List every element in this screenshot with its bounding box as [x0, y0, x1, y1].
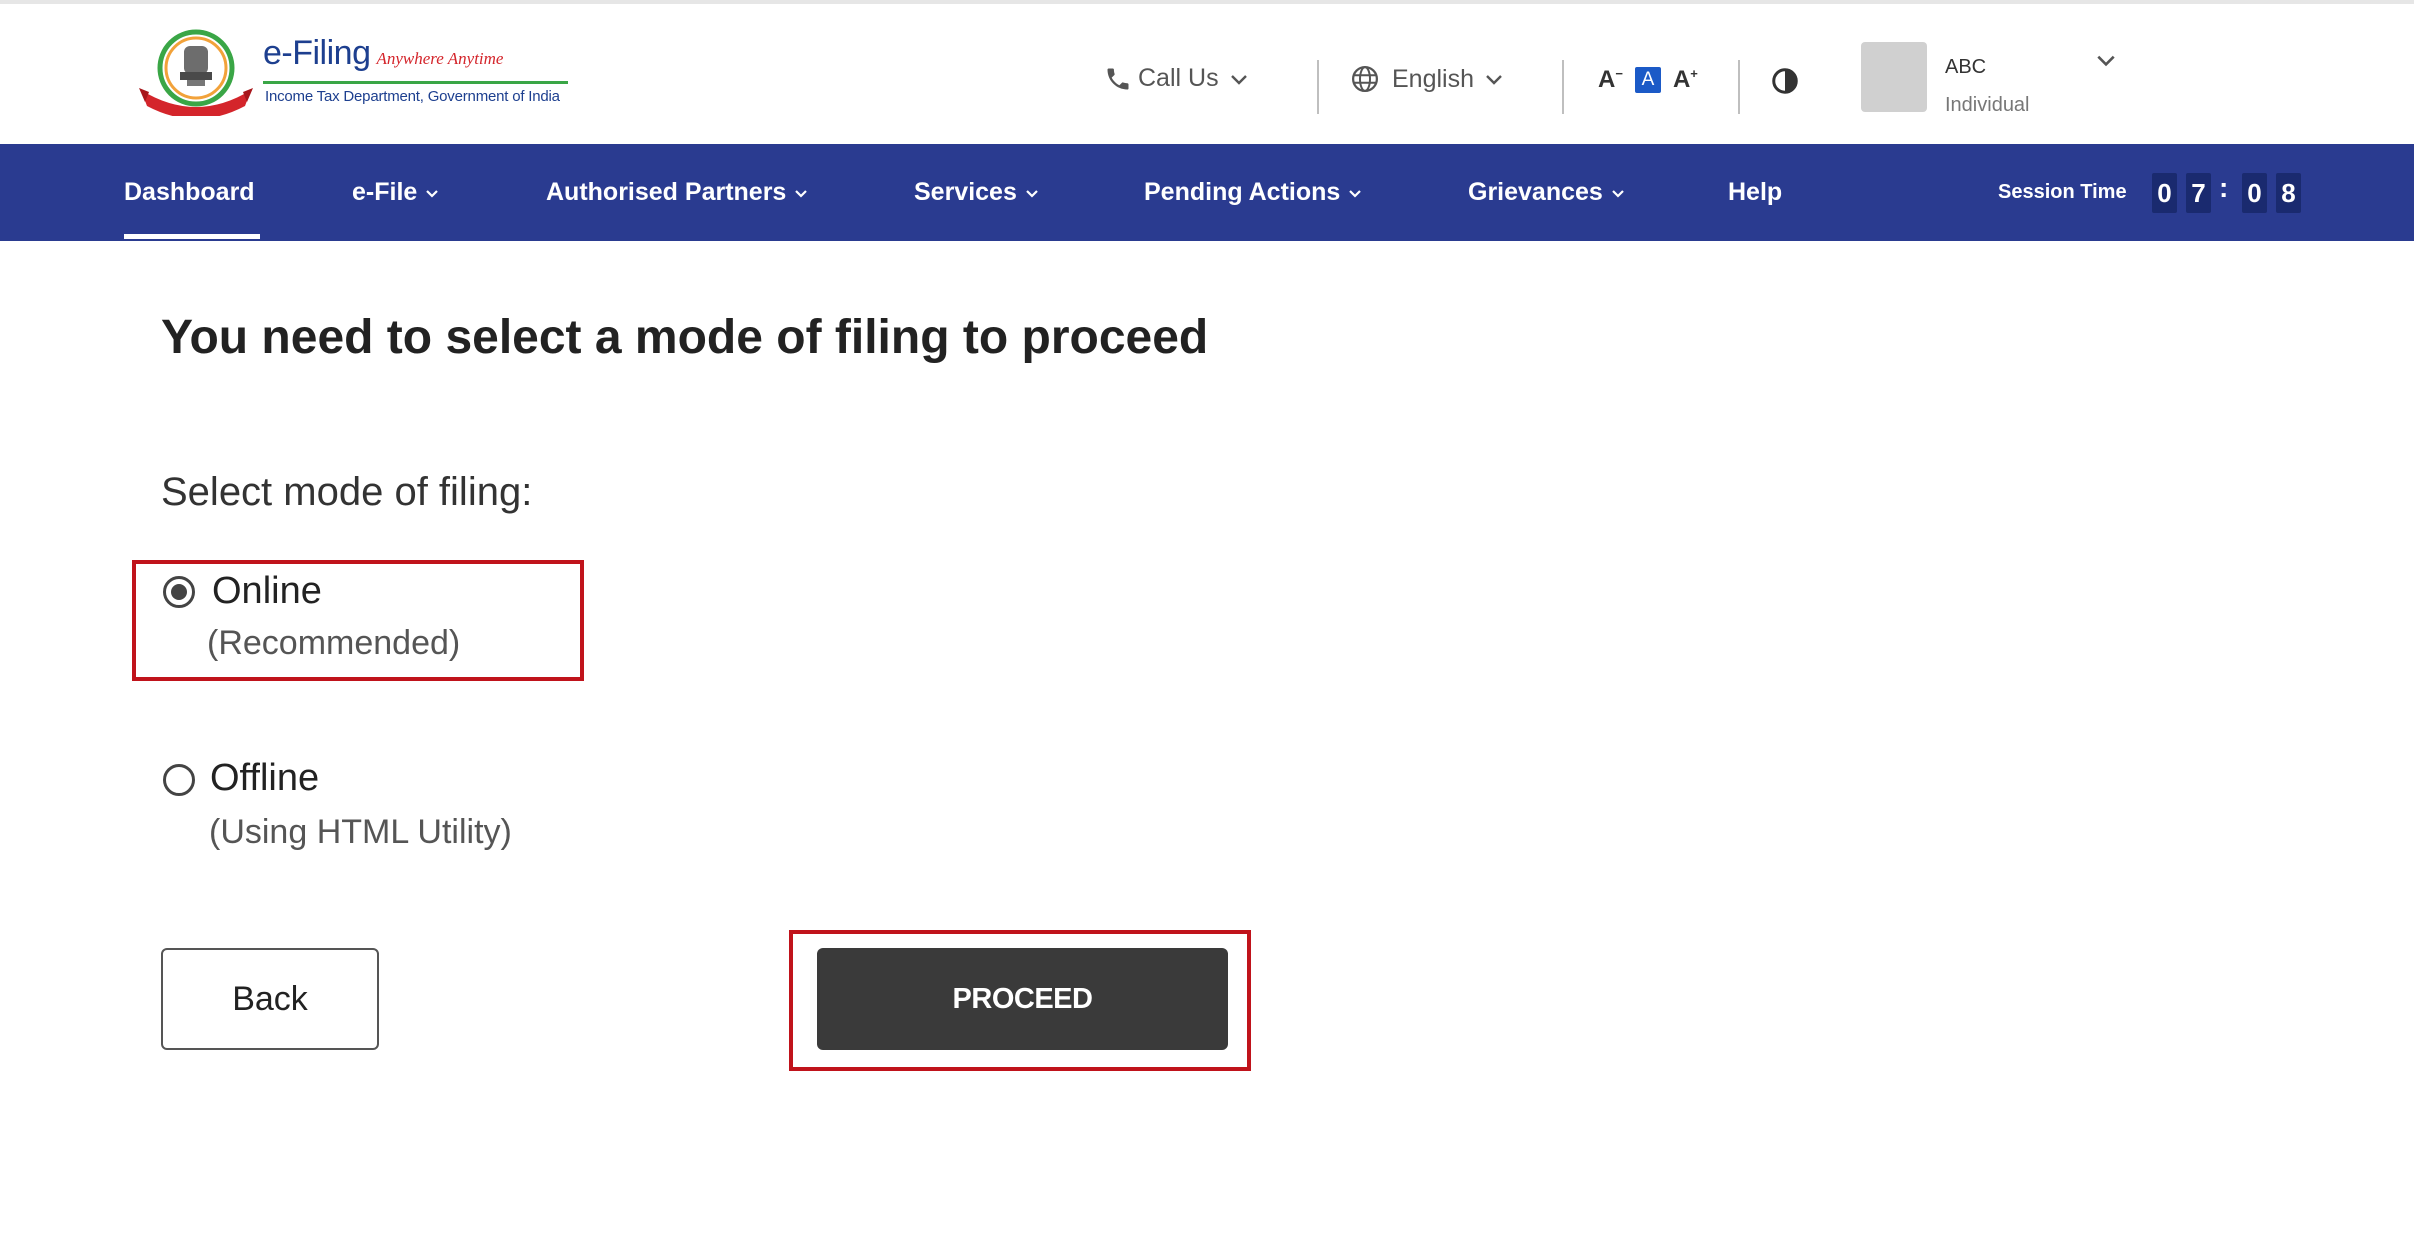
session-digit: 0	[2152, 173, 2177, 213]
chevron-down-icon	[1349, 189, 1362, 198]
nav-item-help[interactable]: Help	[1728, 144, 1782, 241]
call-us-dropdown[interactable]: Call Us	[1104, 64, 1249, 93]
efiling-logo[interactable]: e-Filing Anywhere Anytime Income Tax Depa…	[135, 26, 575, 126]
user-name: ABC	[1945, 56, 1987, 78]
user-type: Individual	[1945, 94, 2030, 116]
contrast-toggle[interactable]	[1770, 66, 1800, 96]
offline-option-label[interactable]: Offline	[210, 757, 319, 800]
main-navigation: Dashboard e-File Authorised Partners Ser…	[0, 144, 2414, 241]
filing-mode-label: Select mode of filing:	[161, 470, 533, 514]
user-avatar[interactable]	[1861, 42, 1927, 112]
online-radio[interactable]	[163, 576, 195, 608]
logo-title: e-Filing	[263, 34, 371, 72]
offline-option-sub: (Using HTML Utility)	[209, 813, 512, 851]
online-option-label[interactable]: Online	[212, 570, 322, 613]
offline-radio[interactable]	[163, 764, 195, 796]
session-digit: 0	[2242, 173, 2267, 213]
chevron-down-icon	[795, 189, 808, 198]
session-separator: :	[2219, 172, 2229, 203]
language-label: English	[1392, 64, 1474, 93]
call-us-label: Call Us	[1138, 64, 1219, 92]
chevron-down-icon	[426, 189, 439, 198]
page-title: You need to select a mode of filing to p…	[161, 311, 1209, 364]
nav-item-pending-actions[interactable]: Pending Actions	[1144, 144, 1362, 241]
header-divider	[1738, 60, 1740, 114]
nav-active-indicator	[124, 234, 260, 239]
emblem-icon	[139, 29, 253, 116]
back-button[interactable]: Back	[161, 948, 379, 1050]
logo-rule	[263, 81, 568, 84]
language-dropdown[interactable]: English	[1350, 64, 1504, 94]
globe-icon	[1352, 66, 1378, 92]
nav-item-dashboard[interactable]: Dashboard	[124, 144, 255, 241]
chevron-down-icon	[1486, 75, 1502, 85]
nav-item-grievances[interactable]: Grievances	[1468, 144, 1625, 241]
session-digit: 7	[2186, 173, 2211, 213]
font-size-controls: A− A A+	[1598, 66, 1698, 94]
proceed-button[interactable]: PROCEED	[817, 948, 1228, 1050]
logo-tagline: Anywhere Anytime	[376, 49, 504, 68]
session-digit: 8	[2276, 173, 2301, 213]
font-increase-button[interactable]: A+	[1673, 66, 1698, 94]
header-divider	[1317, 60, 1319, 114]
chevron-down-icon	[1612, 189, 1624, 198]
chevron-down-icon	[1026, 189, 1038, 198]
nav-item-efile[interactable]: e-File	[352, 144, 439, 241]
phone-icon	[1107, 68, 1129, 89]
font-decrease-button[interactable]: A−	[1598, 66, 1623, 94]
header-divider	[1562, 60, 1564, 114]
chevron-down-icon	[1230, 74, 1247, 85]
nav-item-authorised-partners[interactable]: Authorised Partners	[546, 144, 808, 241]
logo-subtitle: Income Tax Department, Government of Ind…	[265, 88, 560, 105]
session-time-label: Session Time	[1998, 181, 2127, 203]
user-menu-chevron-icon[interactable]	[2095, 52, 2117, 68]
contrast-icon	[1772, 68, 1798, 94]
nav-item-services[interactable]: Services	[914, 144, 1039, 241]
online-option-sub: (Recommended)	[207, 624, 461, 662]
site-header: e-Filing Anywhere Anytime Income Tax Depa…	[0, 4, 2414, 144]
font-default-button[interactable]: A	[1634, 67, 1661, 93]
